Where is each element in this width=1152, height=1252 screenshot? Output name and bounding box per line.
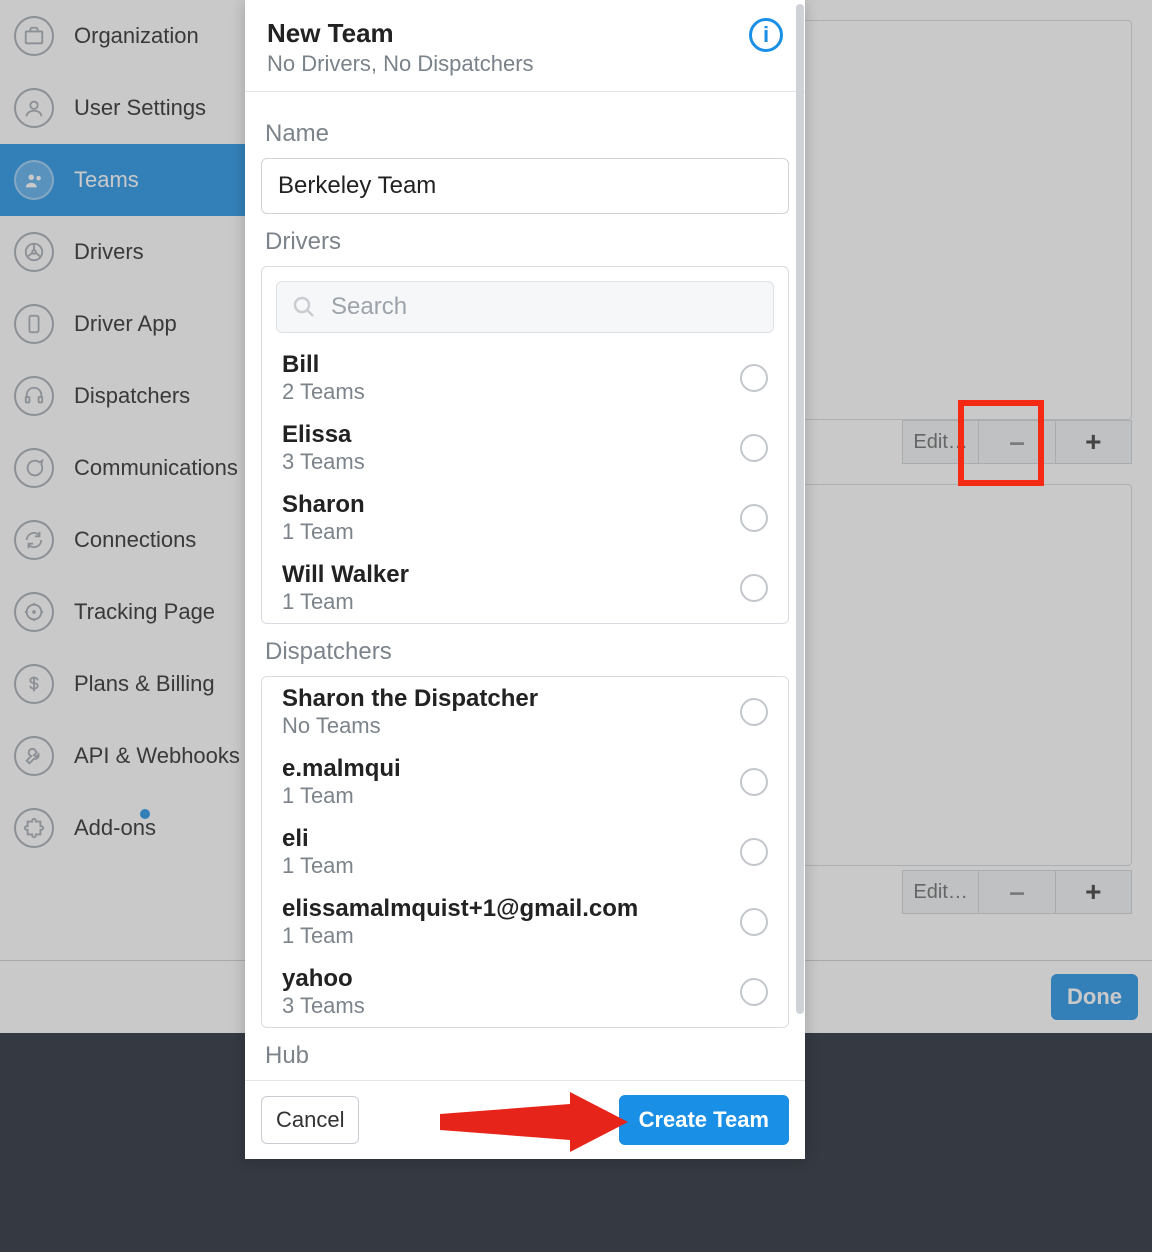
select-radio[interactable] [740, 504, 768, 532]
select-radio[interactable] [740, 434, 768, 462]
driver-row[interactable]: Elissa3 Teams [262, 413, 788, 483]
driver-row[interactable]: Will Walker1 Team [262, 553, 788, 623]
dispatcher-row[interactable]: elissamalmquist+1@gmail.com1 Team [262, 887, 788, 957]
driver-name: Sharon [282, 491, 365, 519]
dispatcher-row[interactable]: eli1 Team [262, 817, 788, 887]
modal-title: New Team [267, 18, 534, 49]
drivers-listbox: Bill2 Teams Elissa3 Teams Sharon1 Team W… [261, 266, 789, 624]
select-radio[interactable] [740, 574, 768, 602]
hub-label: Hub [265, 1042, 785, 1070]
dispatcher-name: eli [282, 825, 354, 853]
select-radio[interactable] [740, 768, 768, 796]
dispatchers-label: Dispatchers [265, 638, 785, 666]
dispatcher-name: elissamalmquist+1@gmail.com [282, 895, 638, 923]
dispatcher-row[interactable]: e.malmqui1 Team [262, 747, 788, 817]
dispatcher-name: Sharon the Dispatcher [282, 685, 538, 713]
driver-search-input[interactable] [276, 281, 774, 333]
search-icon [292, 295, 316, 324]
modal-header: New Team No Drivers, No Dispatchers i [245, 0, 805, 92]
dispatcher-sub: 1 Team [282, 923, 638, 949]
driver-name: Elissa [282, 421, 365, 449]
info-icon[interactable]: i [749, 18, 783, 52]
dispatcher-row[interactable]: yahoo3 Teams [262, 957, 788, 1027]
select-radio[interactable] [740, 364, 768, 392]
select-radio[interactable] [740, 838, 768, 866]
create-team-button[interactable]: Create Team [619, 1095, 789, 1145]
drivers-label: Drivers [265, 228, 785, 256]
driver-sub: 1 Team [282, 519, 365, 545]
scrollbar[interactable] [796, 4, 804, 1014]
driver-sub: 3 Teams [282, 449, 365, 475]
dispatcher-sub: 3 Teams [282, 993, 365, 1019]
modal-subtitle: No Drivers, No Dispatchers [267, 51, 534, 77]
select-radio[interactable] [740, 698, 768, 726]
team-name-input[interactable] [261, 158, 789, 214]
new-team-modal: New Team No Drivers, No Dispatchers i Na… [245, 0, 805, 1159]
modal-footer: Cancel Create Team [245, 1080, 805, 1159]
driver-sub: 1 Team [282, 589, 409, 615]
dispatchers-listbox: Sharon the DispatcherNo Teams e.malmqui1… [261, 676, 789, 1028]
driver-row[interactable]: Sharon1 Team [262, 483, 788, 553]
driver-row[interactable]: Bill2 Teams [262, 343, 788, 413]
dispatcher-sub: 1 Team [282, 783, 401, 809]
dispatcher-name: e.malmqui [282, 755, 401, 783]
driver-name: Will Walker [282, 561, 409, 589]
select-radio[interactable] [740, 978, 768, 1006]
dispatcher-sub: No Teams [282, 713, 538, 739]
dispatcher-row[interactable]: Sharon the DispatcherNo Teams [262, 677, 788, 747]
driver-name: Bill [282, 351, 365, 379]
select-radio[interactable] [740, 908, 768, 936]
driver-sub: 2 Teams [282, 379, 365, 405]
dispatcher-name: yahoo [282, 965, 365, 993]
name-label: Name [265, 120, 785, 148]
dispatcher-sub: 1 Team [282, 853, 354, 879]
cancel-button[interactable]: Cancel [261, 1096, 359, 1144]
